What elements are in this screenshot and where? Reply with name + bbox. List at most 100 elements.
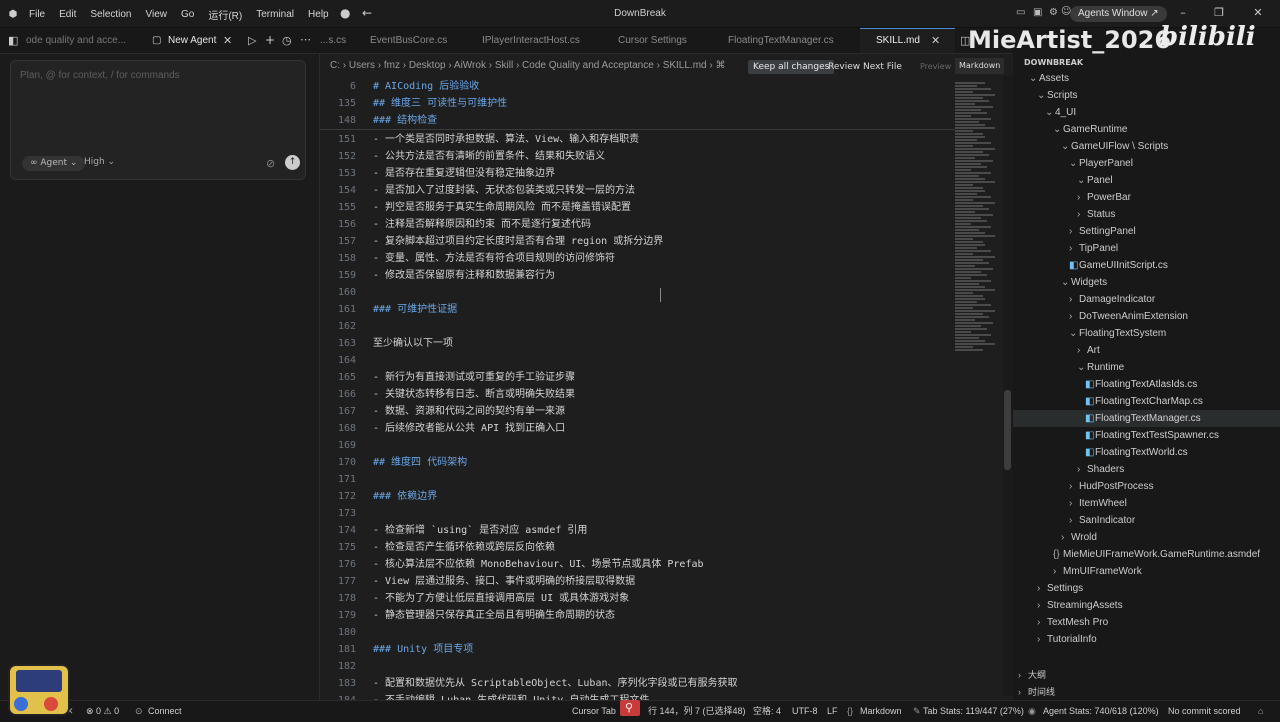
menu-file[interactable]: File [29,9,45,20]
menu-go[interactable]: Go [181,9,194,20]
minimize-icon[interactable]: – [1176,5,1190,21]
timeline-section[interactable]: › 时间线 [1018,684,1055,701]
settings-gear-icon[interactable]: ⚙ [1049,7,1058,18]
code-line[interactable]: - 数据、资源和代码之间的契约有单一来源 [373,403,565,420]
code-line[interactable]: - 是否加入了过度封装、无状态包装类或只转发一层的方法 [373,182,635,199]
folder-item[interactable]: › DoTweenAnimExtension [1013,308,1280,325]
code-line[interactable]: ## 维度三 可读性与可维护性 [373,95,507,112]
code-line[interactable]: - 是否存在重复逻辑但没有稳定抽象边界 [373,165,555,182]
code-line[interactable]: - 注释是否解释原因和约束 而不是逐行复述代码 [373,216,591,233]
history-icon[interactable]: ◷ [282,34,292,47]
indent-setting[interactable]: 空格: 4 [753,701,781,721]
code-line[interactable]: ## 维度四 代码架构 [373,454,467,471]
code-line[interactable]: - 后续修改者能从公共 API 找到正确入口 [373,420,565,437]
close-window-icon[interactable]: ✕ [1251,5,1265,21]
file-item[interactable]: ◧FloatingTextTestSpawner.cs [1013,427,1280,444]
code-line[interactable]: - 配置和数据优先从 ScriptableObject、Luban、序列化字段或… [373,675,738,692]
outline-section[interactable]: › 大纲 [1018,667,1046,684]
file-item[interactable]: ◧FloatingTextWorld.cs [1013,444,1280,461]
explorer-root[interactable]: DOWNBREAK [1024,58,1083,67]
tab-new-agent[interactable]: New Agent [168,28,216,54]
menu-view[interactable]: View [146,9,168,20]
vertical-scrollbar[interactable] [1003,76,1013,696]
tab-file-5[interactable]: FloatingTextManager.cs [728,28,834,53]
folder-item[interactable]: › SanIndicator [1013,512,1280,529]
folder-item[interactable]: › PowerBar [1013,189,1280,206]
code-line[interactable]: ### 可维护性证据 [373,301,457,318]
code-line[interactable]: - 新行为有直接测试或可重复的手工验证步骤 [373,369,575,386]
code-line[interactable]: - 公共方法是否有清晰的前置条件、结果和失败语义 [373,148,605,165]
folder-item[interactable]: ⌄ Runtime [1013,359,1280,376]
code-line[interactable]: # AICoding 后验验收 [373,78,479,95]
folder-item[interactable]: ⌄ FloatingTextSystem [1013,325,1280,342]
line-ending[interactable]: LF [827,701,838,721]
tab-stats[interactable]: Tab Stats: 119/447 (27%) [923,701,1024,721]
file-item[interactable]: ◧GameUIInitScript.cs [1013,257,1280,274]
file-item[interactable]: ◧FloatingTextManager.cs [1013,410,1280,427]
attach-icon[interactable]: ⊘ [266,157,275,170]
folder-item[interactable]: › HudPostProcess [1013,478,1280,495]
folder-item[interactable]: ⌄ GameRuntime [1013,121,1280,138]
code-line[interactable]: - 检查新增 `using` 是否对应 asmdef 引用 [373,522,587,539]
folder-item[interactable]: ⌄ Assets [1013,70,1280,87]
folder-item[interactable]: › Art [1013,342,1280,359]
folder-item[interactable]: ⌄ Panel [1013,172,1280,189]
model-effort-dropdown[interactable]: High ⌄ [84,157,115,167]
tab-file-4[interactable]: Cursor Settings [618,28,687,53]
keep-all-changes-button[interactable]: Keep all changes [748,60,835,74]
code-line[interactable]: - 一个类是否同时承担数据、算法、View、输入和存档职责 [373,131,639,148]
code-line[interactable]: ### 结构检查 [373,112,437,129]
folder-item[interactable]: › Settings [1013,580,1280,597]
folder-item[interactable]: › SettingPanel [1013,223,1280,240]
agent-stats[interactable]: Agent Stats: 740/618 (120%) [1043,701,1159,721]
code-line[interactable]: - 复杂脚本超过项目约定长度时是否有合理 region 或拆分边界 [373,233,663,250]
code-line[interactable]: - 关键状态转移有日志、断言或明确失败结果 [373,386,575,403]
tab-file-2[interactable]: EventBusCore.cs [370,28,447,53]
code-line[interactable]: ### 依赖边界 [373,488,437,505]
run-icon[interactable]: ▷ [248,34,256,47]
preview-label[interactable]: Preview [920,60,951,74]
folder-item[interactable]: › TextMesh Pro [1013,614,1280,631]
review-next-file-button[interactable]: Review Next File [828,60,902,74]
file-item[interactable]: ◧FloatingTextCharMap.cs [1013,393,1280,410]
menu-terminal[interactable]: Terminal [256,9,294,20]
code-line[interactable]: - View 层通过服务、接口、事件或明确的桥接层取得数据 [373,573,635,590]
close-tab-icon[interactable]: ✕ [223,34,232,47]
folder-item[interactable]: ⌄ Widgets [1013,274,1280,291]
folder-item[interactable]: › Wrold [1013,529,1280,546]
agent-mode-dropdown[interactable]: ∞ Agent ⌄ [22,156,86,171]
cursor-position[interactable]: 行 144，列 7 (已选择48) [648,701,746,721]
code-line[interactable]: - 修改是否保留原有注释和数据兼容行为 [373,267,555,284]
language-mode[interactable]: Markdown [860,701,902,721]
add-icon[interactable]: + [265,33,275,47]
folder-item[interactable]: › TutorialInfo [1013,631,1280,648]
panel-icon[interactable]: ▣ [1033,7,1042,18]
agents-window-button[interactable]: Agents Window ↗ [1070,6,1167,22]
folder-item[interactable]: ⌄ 4_UI [1013,104,1280,121]
layout-icon[interactable]: ▭ [1016,7,1025,18]
code-line[interactable]: - 不能为了方便让低层直接调用高层 UI 或具体游戏对象 [373,590,629,607]
close-tab-icon[interactable]: ✕ [931,34,940,47]
code-line[interactable]: - 检查是否产生循环依赖或跨层反向依赖 [373,539,555,556]
menu-edit[interactable]: Edit [59,9,76,20]
folder-item[interactable]: › Shaders [1013,461,1280,478]
tab-file-1[interactable]: ...s.cs [320,28,346,53]
folder-item[interactable]: › ItemWheel [1013,495,1280,512]
tab-skill-md[interactable]: SKILL.md [876,28,920,53]
tab-previous-agent[interactable]: ode quality and acce... [26,28,144,54]
folder-item[interactable]: › DamageIndicator [1013,291,1280,308]
encoding[interactable]: UTF-8 [792,701,818,721]
folder-item[interactable]: ⌄ GameUIFlow \ Scripts [1013,138,1280,155]
sidebar-toggle-icon[interactable]: ◧ [8,34,18,47]
code-line[interactable]: - 静态管理器只保存真正全局且有明确生命周期的状态 [373,607,615,624]
folder-item[interactable]: ⌄ PlayerPanel [1013,155,1280,172]
breadcrumb[interactable]: C: › Users › fmz › Desktop › AiWrok › Sk… [320,56,1013,76]
code-line[interactable]: 至少确认以下一项 [373,335,453,352]
folder-item[interactable]: › TipPanel [1013,240,1280,257]
folder-item[interactable]: › Status [1013,206,1280,223]
folder-item[interactable]: {} MieMieUIFrameWork.GameRuntime.asmdef [1013,546,1280,563]
folder-item[interactable]: › StreamingAssets [1013,597,1280,614]
chat-icon[interactable]: ● [340,6,350,20]
code-line[interactable]: - 判空是否服务于真实生命周期风险 而不是掩盖错误配置 [373,199,631,216]
file-item[interactable]: ◧FloatingTextAtlasIds.cs [1013,376,1280,393]
